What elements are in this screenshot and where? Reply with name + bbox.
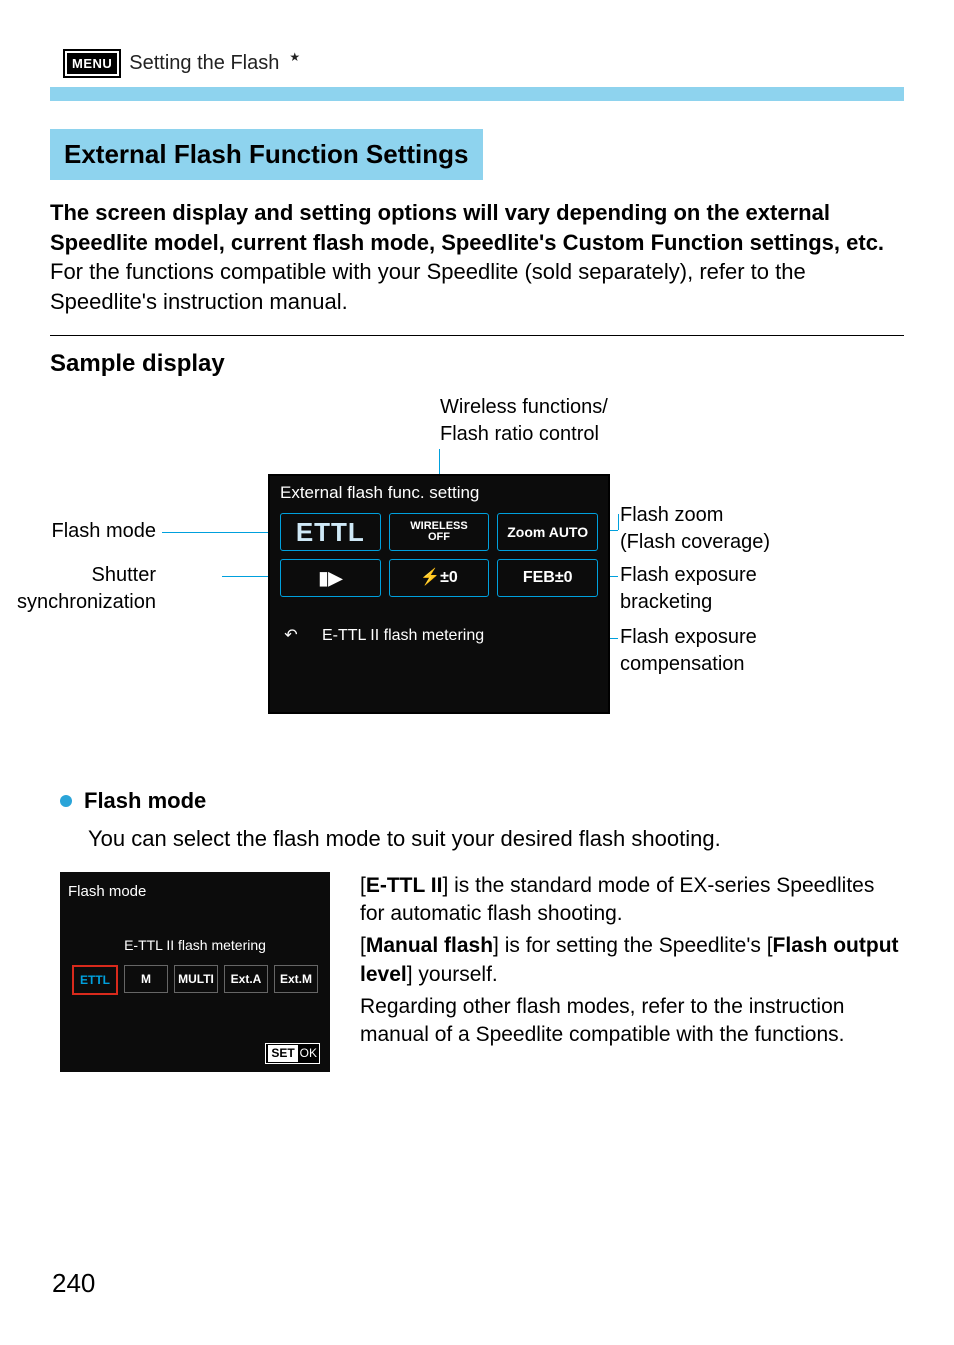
callout-shutter-sync: Shutter synchronization [17,562,156,616]
lcd-sync: ▮▶ [280,559,381,597]
opt-ettl[interactable]: ETTL [72,965,118,995]
header-title: Setting the Flash [129,50,279,77]
callout-flash-mode: Flash mode [52,518,157,545]
lcd-feb: FEB±0 [497,559,598,597]
txt: ] yourself. [407,963,498,986]
menu-badge: MENU [65,51,119,77]
lcd-zoom: Zoom AUTO [497,513,598,551]
divider [50,335,904,336]
leader-line [162,532,282,533]
back-icon: ↶ [274,623,308,649]
opt-m[interactable]: M [124,965,168,993]
txt-bold: E-TTL II [366,874,443,897]
lcd-wireless-bottom: OFF [410,532,467,544]
lcd-flash-mode: Flash mode E-TTL II flash metering ETTL … [60,872,330,1072]
lcd-comp: ⚡±0 [389,559,490,597]
lcd-title: External flash func. setting [270,476,608,509]
flash-mode-lead: You can select the flash mode to suit yo… [88,824,904,854]
lcd-wireless: WIRELESS OFF [389,513,490,551]
page-number: 240 [52,1266,95,1301]
flash-mode-text: [E-TTL II] is the standard mode of EX-se… [360,872,904,1054]
intro-bold: The screen display and setting options w… [50,200,884,255]
callout-flash-zoom: Flash zoom (Flash coverage) [620,502,770,556]
flash-mode-label: Flash mode [84,786,206,816]
section-title: External Flash Function Settings [50,129,483,180]
opt-multi[interactable]: MULTI [174,965,218,993]
sample-heading: Sample display [50,348,904,380]
set-label: SET [268,1045,297,1061]
opt-extm[interactable]: Ext.M [274,965,318,993]
star-icon: ★ [289,49,300,65]
lcd-ettl: ETTL [280,513,381,551]
opt-exta[interactable]: Ext.A [224,965,268,993]
header-strip [50,87,904,101]
callout-fec: Flash exposure compensation [620,624,757,678]
lcd-sample: External flash func. setting ETTL WIRELE… [268,474,610,714]
callout-feb: Flash exposure bracketing [620,562,757,616]
flash-mode-heading: Flash mode [50,786,904,816]
lcd2-title: Flash mode [64,882,326,906]
leader-line [618,514,619,530]
ok-label: OK [300,1045,317,1061]
set-ok[interactable]: SET OK [265,1043,320,1063]
intro-rest: For the functions compatible with your S… [50,259,806,314]
sample-figure: Wireless functions/ Flash ratio control … [50,394,904,764]
lcd-status: E-TTL II flash metering [322,625,484,647]
lcd2-subtitle: E-TTL II flash metering [64,906,326,965]
breadcrumb: MENU Setting the Flash ★ [50,50,904,77]
txt: Regarding other flash modes, refer to th… [360,993,904,1050]
callout-wireless: Wireless functions/ Flash ratio control [440,394,608,448]
txt: ] is for setting the Speedlite's [ [493,934,773,957]
intro-text: The screen display and setting options w… [50,198,904,317]
txt-bold: Manual flash [366,934,493,957]
bullet-icon [60,795,72,807]
